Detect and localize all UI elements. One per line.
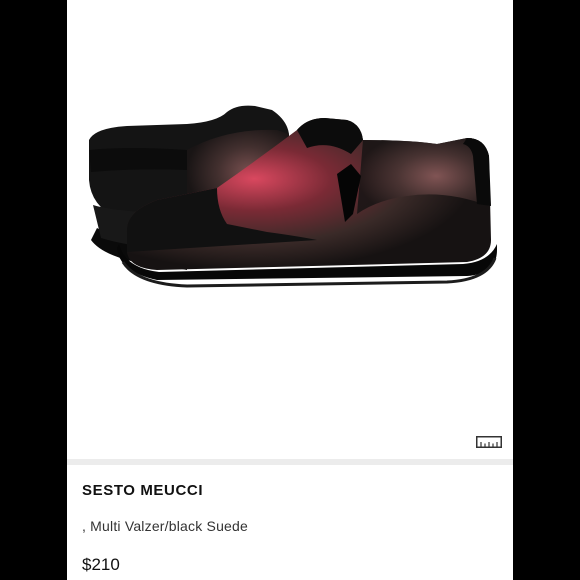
product-price: $210 xyxy=(82,555,120,574)
ruler-icon[interactable] xyxy=(476,436,502,448)
product-variant: , Multi Valzer/black Suede xyxy=(82,518,249,534)
product-card: SESTO MEUCCI , Multi Valzer/black Suede … xyxy=(67,0,513,580)
photo-frame: SESTO MEUCCI , Multi Valzer/black Suede … xyxy=(0,0,580,580)
section-divider xyxy=(67,459,513,465)
brand-name: SESTO MEUCCI xyxy=(82,482,204,499)
product-image[interactable] xyxy=(67,0,513,459)
shoe-illustration xyxy=(89,105,497,288)
